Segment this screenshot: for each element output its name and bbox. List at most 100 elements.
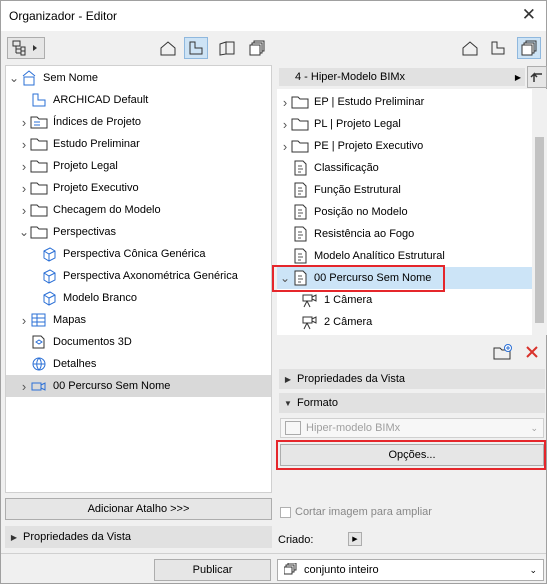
tree-folder-row[interactable]: › Checagem do Modelo [6, 199, 271, 221]
tree-folder-row[interactable]: › Estudo Preliminar [6, 133, 271, 155]
delete-button[interactable] [520, 341, 544, 363]
house-icon [462, 41, 478, 56]
schedule-icon [30, 312, 48, 328]
layout-book-tab[interactable] [215, 37, 239, 59]
tree-item-row[interactable]: Perspectiva Axonométrica Genérica [6, 265, 271, 287]
tree-item-row[interactable]: Documentos 3D [6, 331, 271, 353]
camera-icon [301, 292, 319, 308]
publish-scope-select[interactable]: conjunto inteiro ⌄ [277, 559, 544, 581]
tree-item-row[interactable]: 1 Câmera [277, 289, 532, 311]
view-icon [291, 204, 309, 220]
chevron-right-icon[interactable]: › [18, 379, 30, 394]
tree-folder-row[interactable]: ⌄ Sem Nome [6, 67, 271, 89]
right-toolbar [275, 31, 547, 63]
tree-item-row[interactable]: Modelo Branco [6, 287, 271, 309]
options-button[interactable]: Opções... [280, 444, 544, 466]
close-icon[interactable]: ✕ [522, 5, 536, 25]
right-tree-scroll-thumb[interactable] [535, 137, 544, 323]
tree-item-label: Classificação [314, 162, 379, 174]
created-label: Criado: [278, 534, 314, 546]
publisher-sets-tab[interactable] [245, 37, 269, 59]
folder-icon [30, 224, 48, 240]
tree-item-label: Projeto Executivo [53, 182, 139, 194]
publisher-set-tree: › EP | Estudo Preliminar › PL | Projeto Leg… [277, 89, 532, 335]
tree-item-row[interactable]: ARCHICAD Default [6, 89, 271, 111]
tree-item-row[interactable]: Detalhes [6, 353, 271, 375]
created-menu-button[interactable]: ▶ [348, 532, 362, 546]
left-view-properties-header[interactable]: ▶ Propriedades da Vista [5, 526, 272, 548]
crop-image-checkbox-row[interactable]: Cortar imagem para ampliar [280, 505, 432, 519]
cube-icon [40, 290, 58, 306]
tree-folder-row[interactable]: › EP | Estudo Preliminar [277, 91, 532, 113]
format-header[interactable]: ▼ Formato [279, 393, 545, 413]
organize-menu-button[interactable] [7, 37, 45, 59]
camera-path-icon [30, 378, 48, 394]
folder-icon [30, 180, 48, 196]
camera-icon [301, 314, 319, 330]
chevron-down-icon[interactable]: ⌄ [279, 271, 291, 285]
publisher-sets-icon [249, 40, 265, 56]
chevron-right-icon[interactable]: › [279, 95, 291, 110]
chevron-right-icon[interactable]: › [18, 313, 30, 328]
view-map-tab[interactable] [184, 37, 208, 59]
publisher-set-dropdown-value: 4 - Hiper-Modelo BIMx [295, 71, 406, 83]
publish-button[interactable]: Publicar [154, 559, 271, 581]
project-map-tab[interactable] [156, 37, 180, 59]
tree-item-row[interactable]: Classificação [277, 157, 532, 179]
tree-item-label: Resistência ao Fogo [314, 228, 415, 240]
tree-folder-row[interactable]: › PL | Projeto Legal [277, 113, 532, 135]
chevron-down-icon[interactable]: ⌄ [8, 71, 20, 85]
right-view-map-tab[interactable] [486, 37, 510, 59]
chevron-right-icon[interactable]: › [279, 139, 291, 154]
chevron-down-icon[interactable]: ⌄ [18, 225, 30, 239]
tree-item-row[interactable]: Posição no Modelo [277, 201, 532, 223]
chevron-right-icon[interactable]: › [18, 203, 30, 218]
go-up-button[interactable] [527, 66, 547, 88]
globe-icon [30, 356, 48, 372]
publisher-set-dropdown[interactable]: 4 - Hiper-Modelo BIMx ▶ [279, 68, 525, 86]
add-shortcut-button[interactable]: Adicionar Atalho >>> [5, 498, 272, 520]
tree-item-row[interactable]: Função Estrutural [277, 179, 532, 201]
chevron-right-icon[interactable]: › [18, 159, 30, 174]
view-icon [291, 182, 309, 198]
view-icon [291, 160, 309, 176]
tree-folder-row[interactable]: › 00 Percurso Sem Nome [6, 375, 271, 397]
right-view-properties-header[interactable]: ▶ Propriedades da Vista [279, 369, 545, 389]
tree-item-row[interactable]: Resistência ao Fogo [277, 223, 532, 245]
tree-item-label: Modelo Branco [63, 292, 137, 304]
folder-icon [291, 138, 309, 154]
chevron-right-icon[interactable]: › [18, 115, 30, 130]
tree-folder-row[interactable]: ⌄ 00 Percurso Sem Nome [277, 267, 532, 289]
chevron-right-icon[interactable]: › [18, 137, 30, 152]
tree-item-label: PL | Projeto Legal [314, 118, 401, 130]
tree-item-label: Modelo Analítico Estrutural [314, 250, 445, 262]
right-project-map-tab[interactable] [458, 37, 482, 59]
up-arrow-icon [530, 72, 542, 82]
tree-folder-row[interactable]: › Projeto Executivo [6, 177, 271, 199]
tree-folder-row[interactable]: ⌄ Perspectivas [6, 221, 271, 243]
tree-item-row[interactable]: 2 Câmera [277, 311, 532, 333]
tree-item-row[interactable]: Perspectiva Cônica Genérica [6, 243, 271, 265]
publisher-set-small-icon [283, 562, 298, 578]
tree-folder-row[interactable]: › Projeto Legal [6, 155, 271, 177]
publish-scope-value: conjunto inteiro [304, 564, 379, 576]
tree-folder-row[interactable]: › PE | Projeto Executivo [277, 135, 532, 157]
collapse-arrow-icon: ▼ [284, 398, 292, 408]
tree-folder-row[interactable]: › Índices de Projeto [6, 111, 271, 133]
left-toolbar [1, 31, 274, 63]
tree-item-row[interactable]: Modelo Analítico Estrutural [277, 245, 532, 267]
crop-image-checkbox[interactable] [280, 506, 291, 518]
chevron-right-icon[interactable]: › [279, 117, 291, 132]
format-select-value: Hiper-modelo BIMx [306, 422, 401, 434]
format-select[interactable]: Hiper-modelo BIMx ⌄ [280, 418, 544, 438]
index-folder-icon [30, 114, 48, 130]
tree-folder-row[interactable]: › Mapas [6, 309, 271, 331]
bimx-format-icon [285, 421, 301, 435]
tree-item-label: Projeto Legal [53, 160, 118, 172]
new-folder-button[interactable] [491, 341, 515, 363]
chevron-down-icon: ⌄ [529, 564, 537, 575]
right-publisher-sets-tab[interactable] [517, 37, 541, 59]
expand-arrow-icon: ▶ [10, 532, 18, 542]
chevron-right-icon[interactable]: › [18, 181, 30, 196]
tree-item-label: Detalhes [53, 358, 97, 370]
